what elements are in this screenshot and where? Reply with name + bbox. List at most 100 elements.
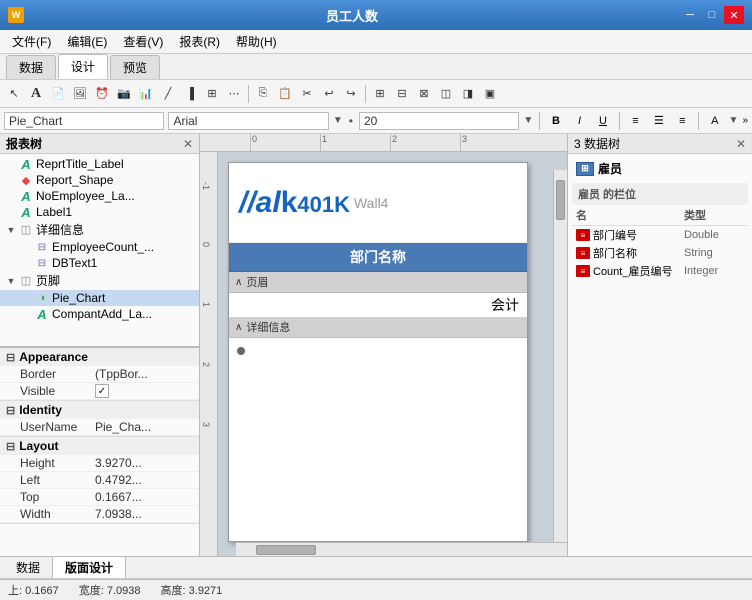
font-color-button[interactable]: A [705, 112, 724, 130]
tab-design[interactable]: 设计 [58, 54, 108, 79]
menu-file[interactable]: 文件(F) [4, 31, 59, 52]
props-section-appearance-header[interactable]: ⊟ Appearance [0, 348, 199, 366]
tree-item-2[interactable]: A NoEmployee_La... [0, 188, 199, 204]
maximize-button[interactable]: □ [702, 6, 722, 24]
cut-tool[interactable]: ✂ [297, 84, 317, 104]
tree-item-1[interactable]: ◆ Report_Shape [0, 172, 199, 188]
props-height-value[interactable]: 3.9270... [95, 456, 193, 470]
detail-expand-icon[interactable]: ∧ [235, 322, 242, 333]
tab-data[interactable]: 数据 [6, 55, 56, 79]
align-right-button[interactable]: ≡ [673, 112, 692, 130]
tree-item-0[interactable]: A ReprtTitle_Label [0, 156, 199, 172]
bar-tool[interactable]: ▐ [180, 84, 200, 104]
menu-help[interactable]: 帮助(H) [228, 31, 285, 52]
text-tool[interactable]: A [26, 84, 46, 104]
props-section-appearance: ⊟ Appearance Border (TppBor... Visible ✓ [0, 348, 199, 401]
report-tree: A ReprtTitle_Label ◆ Report_Shape A NoEm… [0, 154, 199, 346]
tree-item-8[interactable]: ◑ Pie_Chart [0, 290, 199, 306]
detail-section-label: 详细信息 [246, 319, 290, 335]
props-top-row: Top 0.1667... [0, 489, 199, 506]
extra-tool[interactable]: ⋯ [224, 84, 244, 104]
props-username-value[interactable]: Pie_Cha... [95, 420, 193, 434]
ruler-v-mark1: 1 [201, 302, 211, 307]
close-button[interactable]: ✕ [724, 6, 744, 24]
cursor-tool[interactable]: ↖ [4, 84, 24, 104]
tree-label-9: CompantAdd_La... [52, 307, 152, 321]
tree-item-4[interactable]: ▼ ◫ 详细信息 [0, 220, 199, 239]
format-tool5[interactable]: ◨ [458, 84, 478, 104]
paste-tool[interactable]: 📋 [275, 84, 295, 104]
align-left-button[interactable]: ≡ [626, 112, 645, 130]
tree-label-0: ReprtTitle_Label [36, 157, 124, 171]
canvas-hscrollbar[interactable] [236, 542, 567, 556]
line-tool[interactable]: ╱ [158, 84, 178, 104]
canvas-area[interactable]: //alk401K Wall4 部门名称 ∧ 页眉 会计 [218, 152, 567, 556]
footer-expand-icon[interactable]: ∧ [235, 277, 242, 288]
ruler-horizontal: 0 1 2 3 [200, 134, 567, 152]
menu-report[interactable]: 报表(R) [171, 31, 228, 52]
status-position: 上: 0.1667 [8, 582, 59, 598]
canvas-hscroll-thumb[interactable] [256, 545, 316, 555]
field-row-2[interactable]: ≡ Count_雇员编号 Integer [572, 262, 748, 280]
canvas-vscrollbar[interactable] [553, 170, 567, 542]
chart-tool[interactable]: 📊 [136, 84, 156, 104]
photo-tool[interactable]: 📷 [114, 84, 134, 104]
data-tree-header: 3 数据树 ✕ [568, 134, 752, 154]
props-left-value[interactable]: 0.4792... [95, 473, 193, 487]
align-center-button[interactable]: ☰ [649, 112, 668, 130]
redo-tool[interactable]: ↪ [341, 84, 361, 104]
ruler-mark-0: 0 [250, 134, 257, 151]
label-tool[interactable]: 📄 [48, 84, 68, 104]
format-tool1[interactable]: ⊞ [370, 84, 390, 104]
props-section-identity-header[interactable]: ⊟ Identity [0, 401, 199, 419]
tree-label-2: NoEmployee_La... [36, 189, 135, 203]
format-tool3[interactable]: ⊠ [414, 84, 434, 104]
properties-panel: ⊟ Appearance Border (TppBor... Visible ✓ [0, 346, 199, 556]
format-tool4[interactable]: ◫ [436, 84, 456, 104]
image-tool[interactable]: 🖼 [70, 84, 90, 104]
clock-tool[interactable]: ⏰ [92, 84, 112, 104]
font-family-field[interactable]: Arial [168, 112, 328, 130]
field-row-1[interactable]: ≡ 部门名称 String [572, 244, 748, 262]
props-top-value[interactable]: 0.1667... [95, 490, 193, 504]
bottom-tab-data[interactable]: 数据 [4, 557, 53, 578]
collapse-icon-identity: ⊟ [6, 404, 15, 417]
minimize-button[interactable]: ─ [680, 6, 700, 24]
format-tool2[interactable]: ⊟ [392, 84, 412, 104]
underline-button[interactable]: U [593, 112, 612, 130]
data-tree-close[interactable]: ✕ [736, 137, 746, 151]
format-bar-extend[interactable]: » [742, 115, 748, 126]
props-visible-checkbox[interactable]: ✓ [95, 384, 109, 398]
undo-tool[interactable]: ↩ [319, 84, 339, 104]
report-tree-close[interactable]: ✕ [183, 137, 193, 151]
component-name-field[interactable]: Pie_Chart [4, 112, 164, 130]
menu-view[interactable]: 查看(V) [115, 31, 171, 52]
shape-icon-1: ◆ [18, 173, 34, 187]
bottom-tab-layout[interactable]: 版面设计 [53, 557, 126, 578]
tree-item-7[interactable]: ▼ ◫ 页脚 [0, 271, 199, 290]
canvas-vscroll-thumb[interactable] [556, 180, 565, 220]
status-bar: 上: 0.1667 宽度: 7.0938 高度: 3.9271 [0, 579, 752, 600]
tree-label-7: 页脚 [36, 272, 60, 289]
tree-item-5[interactable]: ⊟ EmployeeCount_... [0, 239, 199, 255]
props-width-value[interactable]: 7.0938... [95, 507, 193, 521]
tree-item-6[interactable]: ⊟ DBText1 [0, 255, 199, 271]
tab-preview[interactable]: 预览 [110, 55, 160, 79]
tree-label-5: EmployeeCount_... [52, 240, 154, 254]
grid-tool[interactable]: ⊞ [202, 84, 222, 104]
menu-bar: 文件(F) 编辑(E) 查看(V) 报表(R) 帮助(H) [0, 30, 752, 54]
font-size-field[interactable]: 20 [359, 112, 519, 130]
props-border-value[interactable]: (TppBor... [95, 367, 193, 381]
menu-edit[interactable]: 编辑(E) [59, 31, 115, 52]
copy-tool[interactable]: ⎘ [253, 84, 273, 104]
table-icon: ⊞ [576, 162, 594, 176]
italic-button[interactable]: I [570, 112, 589, 130]
field-row-0[interactable]: ≡ 部门编号 Double [572, 226, 748, 244]
content-row: 报表树 ✕ A ReprtTitle_Label ◆ Report_Shape [0, 134, 752, 556]
format-tool6[interactable]: ▣ [480, 84, 500, 104]
props-section-layout-header[interactable]: ⊟ Layout [0, 437, 199, 455]
tree-item-3[interactable]: A Label1 [0, 204, 199, 220]
bold-button[interactable]: B [546, 112, 565, 130]
tree-item-9[interactable]: A CompantAdd_La... [0, 306, 199, 322]
data-table-node[interactable]: ⊞ 雇员 [572, 158, 748, 179]
